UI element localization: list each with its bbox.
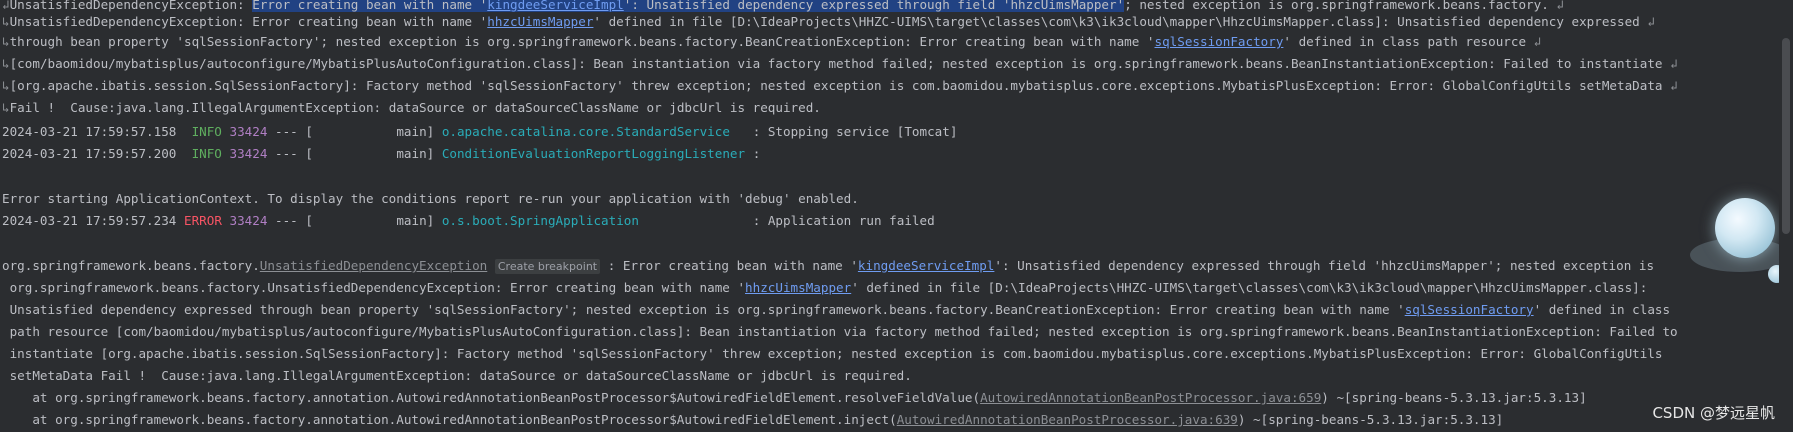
soft-wrap-icon: ↳ <box>2 78 10 93</box>
exception-line: instantiate [org.apache.ibatis.session.S… <box>2 346 1663 361</box>
logger-name: ConditionEvaluationReportLoggingListener <box>441 146 753 161</box>
bean-link[interactable]: sqlSessionFactory <box>1155 34 1284 49</box>
console-line: ↳[com/baomidou/mybatisplus/autoconfigure… <box>2 56 1678 71</box>
logger-name: o.s.boot.SpringApplication <box>441 213 753 228</box>
log-line: 2024-03-21 17:59:57.234 ERROR 33424 --- … <box>2 213 935 228</box>
console-line: ↳through bean property 'sqlSessionFactor… <box>2 34 1542 49</box>
bean-link[interactable]: sqlSessionFactory <box>1405 302 1534 317</box>
log-level: ERROR <box>183 213 222 228</box>
bean-link[interactable]: hhzcUimsMapper <box>487 14 593 29</box>
exception-class-link[interactable]: UnsatisfiedDependencyException <box>260 258 487 273</box>
exception-line: org.springframework.beans.factory.Unsati… <box>2 258 1655 274</box>
bean-link[interactable]: kingdeeServiceImpl <box>858 258 994 273</box>
run-console[interactable]: ↲UnsatisfiedDependencyException: Error c… <box>0 0 1793 432</box>
create-breakpoint-button[interactable]: Create breakpoint <box>494 259 601 274</box>
console-line: ↳[org.apache.ibatis.session.SqlSessionFa… <box>2 78 1678 93</box>
log-line: 2024-03-21 17:59:57.200 INFO 33424 --- [… <box>2 146 761 161</box>
exception-line: path resource [com/baomidou/mybatisplus/… <box>2 324 1678 339</box>
log-level: INFO <box>191 124 222 139</box>
log-line: 2024-03-21 17:59:57.158 INFO 33424 --- [… <box>2 124 958 139</box>
console-line: ↳Fail ! Cause:java.lang.IllegalArgumentE… <box>2 100 821 115</box>
log-level: INFO <box>191 146 222 161</box>
soft-wrap-icon: ↲ <box>1526 34 1542 49</box>
process-id: 33424 <box>229 213 268 228</box>
logger-name: o.apache.catalina.core.StandardService <box>441 124 753 139</box>
soft-wrap-icon: ↲ <box>1639 14 1655 29</box>
stack-frame: at org.springframework.beans.factory.ann… <box>2 390 1587 405</box>
exception-line: org.springframework.beans.factory.Unsati… <box>2 280 1648 295</box>
bean-link[interactable]: hhzcUimsMapper <box>745 280 851 295</box>
soft-wrap-icon: ↳ <box>2 14 10 29</box>
floating-bubble-icon[interactable] <box>1715 198 1775 258</box>
exception-line: setMetaData Fail ! Cause:java.lang.Illeg… <box>2 368 912 383</box>
error-context-line: Error starting ApplicationContext. To di… <box>2 191 859 206</box>
soft-wrap-icon: ↳ <box>2 100 10 115</box>
process-id: 33424 <box>229 124 268 139</box>
vertical-scrollbar[interactable] <box>1779 0 1793 432</box>
source-link[interactable]: AutowiredAnnotationBeanPostProcessor.jav… <box>980 390 1321 405</box>
scrollbar-thumb[interactable] <box>1782 38 1790 234</box>
soft-wrap-icon: ↲ <box>1662 56 1678 71</box>
stack-frame: at org.springframework.beans.factory.ann… <box>2 412 1504 427</box>
source-link[interactable]: AutowiredAnnotationBeanPostProcessor.jav… <box>897 412 1238 427</box>
soft-wrap-icon: ↳ <box>2 56 10 71</box>
soft-wrap-icon: ↲ <box>1662 78 1678 93</box>
watermark: CSDN @梦远星帆 <box>1652 404 1775 422</box>
exception-line: Unsatisfied dependency expressed through… <box>2 302 1671 317</box>
console-line: ↳UnsatisfiedDependencyException: Error c… <box>2 14 1655 29</box>
process-id: 33424 <box>229 146 268 161</box>
soft-wrap-icon: ↳ <box>2 34 10 49</box>
